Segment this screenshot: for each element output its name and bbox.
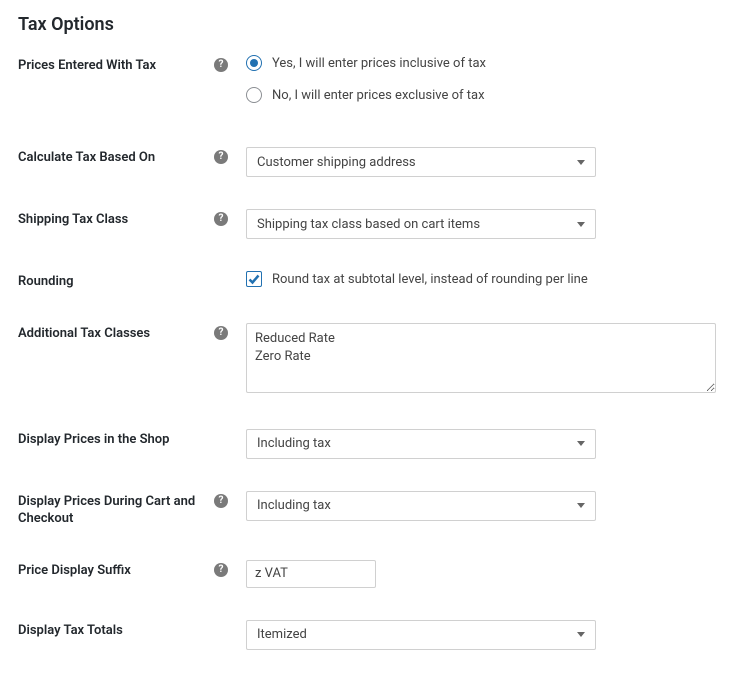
chevron-down-icon [577,222,585,227]
label-display-shop: Display Prices in the Shop [18,432,236,449]
radio-icon [246,87,262,103]
checkbox-rounding[interactable] [246,271,262,287]
help-icon[interactable]: ? [214,150,228,164]
row-additional-tax-classes: Additional Tax Classes ? [18,323,727,397]
help-icon[interactable]: ? [214,212,228,226]
row-calculate-tax: Calculate Tax Based On ? Customer shippi… [18,147,727,177]
label-rounding: Rounding [18,274,236,291]
row-shipping-tax-class: Shipping Tax Class ? Shipping tax class … [18,209,727,239]
select-display-cart[interactable]: Including tax [246,491,596,521]
radio-exclusive-label: No, I will enter prices exclusive of tax [272,88,485,103]
select-value: Including tax [257,436,331,451]
chevron-down-icon [577,503,585,508]
select-shipping-tax-class[interactable]: Shipping tax class based on cart items [246,209,596,239]
row-price-suffix: Price Display Suffix ? [18,560,727,588]
input-price-suffix[interactable] [246,560,376,588]
select-value: Itemized [257,627,307,642]
select-value: Including tax [257,498,331,513]
select-value: Shipping tax class based on cart items [257,217,480,232]
chevron-down-icon [577,632,585,637]
row-display-shop: Display Prices in the Shop Including tax [18,429,727,459]
radio-inclusive[interactable]: Yes, I will enter prices inclusive of ta… [246,55,727,71]
radio-icon [246,55,262,71]
help-icon[interactable]: ? [214,563,228,577]
label-display-tax-totals: Display Tax Totals [18,623,236,640]
label-display-cart: Display Prices During Cart and Checkout [18,494,214,528]
textarea-additional-tax-classes[interactable] [246,323,716,393]
help-icon[interactable]: ? [214,326,228,340]
label-additional-tax-classes: Additional Tax Classes [18,326,214,343]
row-rounding: Rounding Round tax at subtotal level, in… [18,271,727,291]
checkbox-rounding-label: Round tax at subtotal level, instead of … [272,272,588,287]
select-display-shop[interactable]: Including tax [246,429,596,459]
row-display-cart: Display Prices During Cart and Checkout … [18,491,727,528]
row-display-tax-totals: Display Tax Totals Itemized [18,620,727,650]
select-display-tax-totals[interactable]: Itemized [246,620,596,650]
label-prices-entered: Prices Entered With Tax [18,58,214,75]
label-shipping-tax-class: Shipping Tax Class [18,212,214,229]
chevron-down-icon [577,441,585,446]
page-heading: Tax Options [18,14,727,35]
radio-exclusive[interactable]: No, I will enter prices exclusive of tax [246,87,727,103]
chevron-down-icon [577,160,585,165]
help-icon[interactable]: ? [214,58,228,72]
row-prices-entered: Prices Entered With Tax ? Yes, I will en… [18,55,727,103]
radio-inclusive-label: Yes, I will enter prices inclusive of ta… [272,56,486,71]
help-icon[interactable]: ? [214,494,228,508]
select-value: Customer shipping address [257,155,416,170]
label-calculate-tax: Calculate Tax Based On [18,150,214,167]
label-price-suffix: Price Display Suffix [18,563,214,580]
check-icon [248,273,260,285]
select-calculate-tax[interactable]: Customer shipping address [246,147,596,177]
